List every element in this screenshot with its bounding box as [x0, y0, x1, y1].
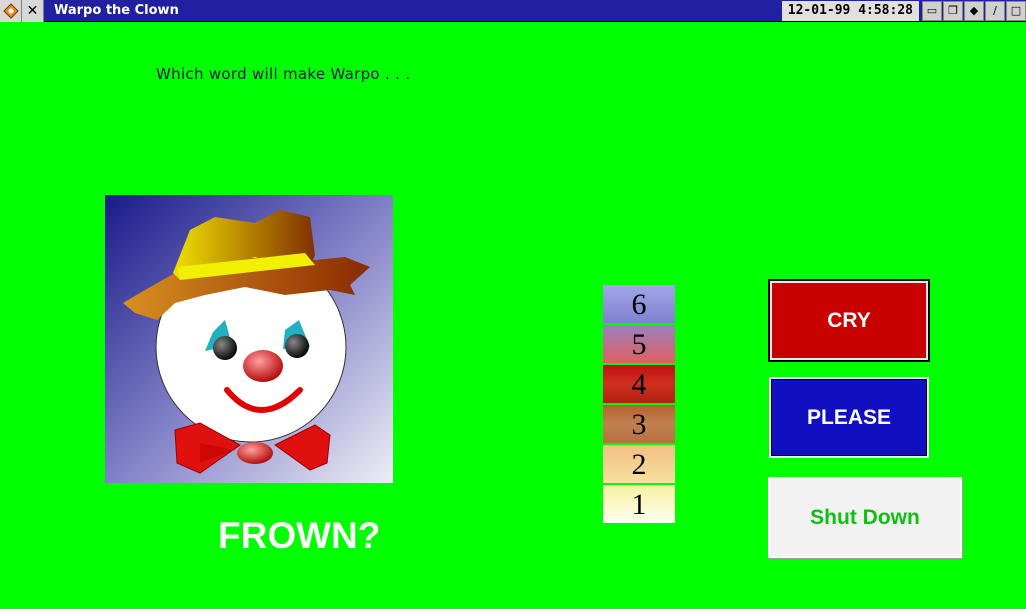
minimize-icon[interactable]: ∕ — [985, 0, 1005, 21]
shut-down-button[interactable]: Shut Down — [768, 477, 962, 558]
scale-level-1: 1 — [603, 485, 675, 523]
scale-level-3: 3 — [603, 405, 675, 443]
scale-level-4: 4 — [603, 365, 675, 403]
scroll-arrows-icon[interactable]: ◆ — [964, 0, 984, 21]
date-time: 12-01-99 4:58:28 — [781, 0, 919, 21]
window-list-icon[interactable]: ▭ — [922, 0, 942, 21]
window-title: Warpo the Clown — [54, 3, 179, 18]
title-bar: ✕ Warpo the Clown 12-01-99 4:58:28 ▭ ❐ ◆… — [0, 0, 1026, 22]
scale-level-6: 6 — [603, 285, 675, 323]
question-text: Which word will make Warpo . . . — [156, 65, 411, 83]
system-menu-icon[interactable] — [0, 0, 22, 22]
restore-icon[interactable]: ❐ — [943, 0, 963, 21]
scale-level-2: 2 — [603, 445, 675, 483]
cry-button[interactable]: CRY — [768, 279, 930, 362]
maximize-icon[interactable]: □ — [1006, 0, 1026, 21]
target-word: FROWN? — [218, 515, 381, 556]
clown-image — [105, 195, 393, 483]
mood-scale: 6 5 4 3 2 1 — [603, 285, 675, 525]
close-icon[interactable]: ✕ — [22, 0, 44, 22]
please-button[interactable]: PLEASE — [769, 377, 929, 458]
scale-level-5: 5 — [603, 325, 675, 363]
